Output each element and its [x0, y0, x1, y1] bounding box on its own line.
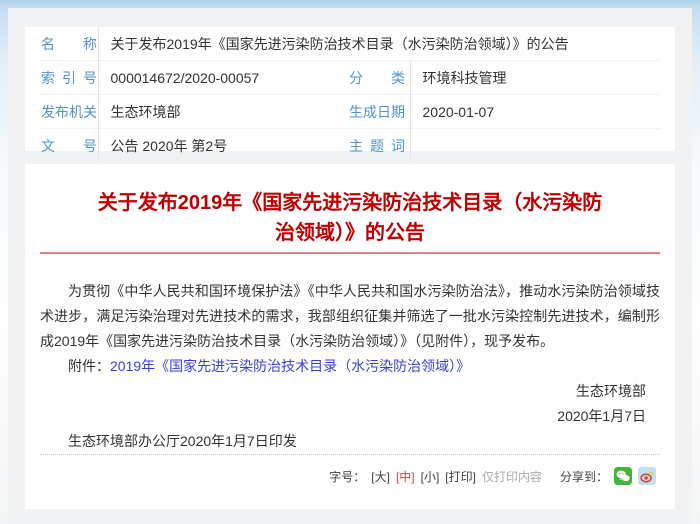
- meta-value-category: 环境科技管理: [410, 61, 660, 95]
- page-title: 关于发布2019年《国家先进污染防治技术目录（水污染防治领域）》的公告: [40, 188, 660, 248]
- fontsize-label: 字号：: [329, 468, 365, 485]
- meta-value-generated-date: 2020-01-07: [410, 95, 660, 129]
- signature-org: 生态环境部: [40, 379, 646, 404]
- meta-label-subject-words: 主题词: [349, 136, 405, 156]
- metadata-table: 名称 关于发布2019年《国家先进污染防治技术目录（水污染防治领域）》的公告 索…: [40, 27, 660, 162]
- wechat-share-icon[interactable]: [614, 467, 632, 485]
- meta-row-index: 索引号 000014672/2020-00057 分类 环境科技管理: [40, 61, 660, 95]
- announcement-card: 关于发布2019年《国家先进污染防治技术目录（水污染防治领域）》的公告 为贯彻《…: [25, 164, 675, 509]
- share-label: 分享到：: [560, 468, 608, 485]
- issue-note: 生态环境部办公厅2020年1月7日印发: [40, 429, 660, 454]
- footer-toolbar: 字号： [大] [中] [小] [打印] 仅打印内容 分享到：: [40, 455, 660, 485]
- meta-label-doc-number: 文号: [41, 136, 97, 156]
- font-size-medium-button[interactable]: [中]: [396, 468, 415, 485]
- meta-value-subject-words: [410, 129, 660, 163]
- meta-value-index-number: 000014672/2020-00057: [98, 61, 348, 95]
- print-button[interactable]: [打印]: [445, 468, 476, 485]
- signature-block: 生态环境部 2020年1月7日: [40, 379, 660, 429]
- meta-label-category: 分类: [349, 68, 405, 88]
- print-content-only-button[interactable]: 仅打印内容: [482, 468, 542, 485]
- meta-row-doc-number: 文号 公告 2020年 第2号 主题词: [40, 129, 660, 163]
- signature-date: 2020年1月7日: [40, 404, 646, 429]
- weibo-share-icon[interactable]: [638, 467, 656, 485]
- attachment-label: 附件：: [68, 358, 110, 374]
- title-divider: [40, 252, 660, 254]
- meta-label-index-number: 索引号: [41, 68, 97, 88]
- meta-label-issuing-agency: 发布机关: [41, 102, 97, 122]
- content-container: 名称 关于发布2019年《国家先进污染防治技术目录（水污染防治领域）》的公告 索…: [8, 8, 692, 524]
- meta-row-issuer: 发布机关 生态环境部 生成日期 2020-01-07: [40, 95, 660, 129]
- attachment-link[interactable]: 2019年《国家先进污染防治技术目录（水污染防治领域）》: [110, 358, 470, 374]
- meta-label-name: 名称: [41, 34, 97, 54]
- body-paragraph: 为贯彻《中华人民共和国环境保护法》《中华人民共和国水污染防治法》，推动水污染防治…: [40, 279, 660, 354]
- meta-label-generated-date: 生成日期: [349, 102, 405, 122]
- meta-value-issuing-agency: 生态环境部: [98, 95, 348, 129]
- attachment-line: 附件：2019年《国家先进污染防治技术目录（水污染防治领域）》: [40, 354, 660, 379]
- font-size-small-button[interactable]: [小]: [421, 468, 440, 485]
- font-size-large-button[interactable]: [大]: [371, 468, 390, 485]
- meta-row-name: 名称 关于发布2019年《国家先进污染防治技术目录（水污染防治领域）》的公告: [40, 27, 660, 61]
- meta-value-doc-number: 公告 2020年 第2号: [98, 129, 348, 163]
- meta-value-name: 关于发布2019年《国家先进污染防治技术目录（水污染防治领域）》的公告: [98, 27, 660, 61]
- document-metadata-card: 名称 关于发布2019年《国家先进污染防治技术目录（水污染防治领域）》的公告 索…: [25, 27, 675, 151]
